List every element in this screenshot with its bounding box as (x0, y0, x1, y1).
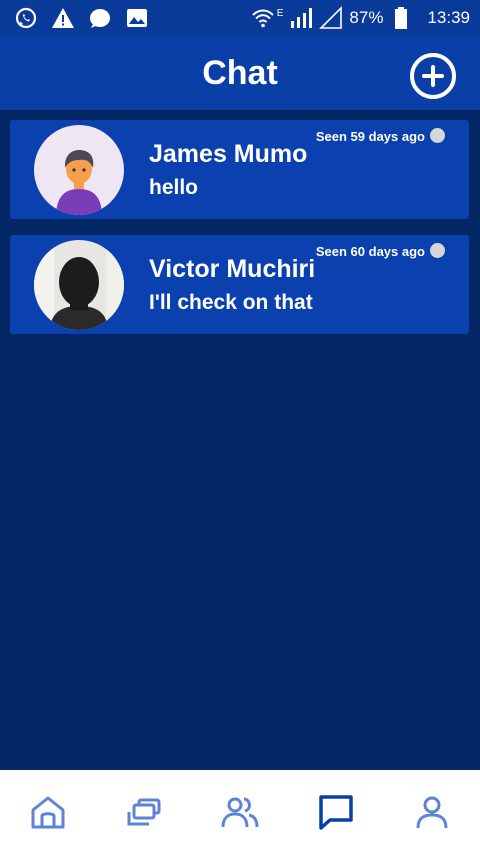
seen-status: Seen 60 days ago (315, 244, 425, 259)
contact-name: Victor Muchiri (149, 255, 316, 283)
users-icon[interactable] (220, 792, 260, 832)
page-title: Chat (202, 54, 278, 92)
contact-name: James Mumo (149, 140, 308, 168)
chat-item-james-mumo[interactable]: James Mumo hello Seen 59 days ago (10, 120, 469, 219)
chat-icon[interactable] (316, 792, 356, 832)
avatar (34, 125, 124, 215)
whatsapp-icon (15, 7, 37, 29)
seen-status: Seen 59 days ago (315, 129, 425, 144)
chat-item-victor-muchiri[interactable]: Victor Muchiri I'll check on that Seen 6… (10, 235, 469, 334)
battery-percent: 87% (349, 8, 384, 27)
clock: 13:39 (427, 8, 470, 27)
last-message: hello (149, 176, 199, 199)
gallery-icon[interactable] (124, 792, 164, 832)
image-icon (127, 9, 147, 27)
home-icon[interactable] (28, 792, 68, 832)
chat-list: James Mumo hello Seen 59 days ago Victor… (10, 120, 469, 350)
last-message: I'll check on that (149, 291, 313, 314)
signal-icon (291, 8, 313, 28)
warning-icon (52, 8, 74, 28)
plus-circle-icon[interactable] (410, 53, 456, 99)
status-bar: E 87% 13:39 (0, 0, 480, 36)
bottom-nav (0, 770, 480, 854)
signal-empty-icon (319, 6, 343, 29)
profile-icon[interactable] (412, 792, 452, 832)
presence-dot (430, 243, 445, 258)
battery-icon (395, 7, 408, 29)
network-type-label: E (276, 7, 284, 19)
avatar (34, 240, 124, 330)
app-bar: Chat (0, 36, 480, 110)
presence-dot (430, 128, 445, 143)
chat-bubble-icon (90, 9, 110, 28)
wifi-icon (252, 9, 274, 28)
